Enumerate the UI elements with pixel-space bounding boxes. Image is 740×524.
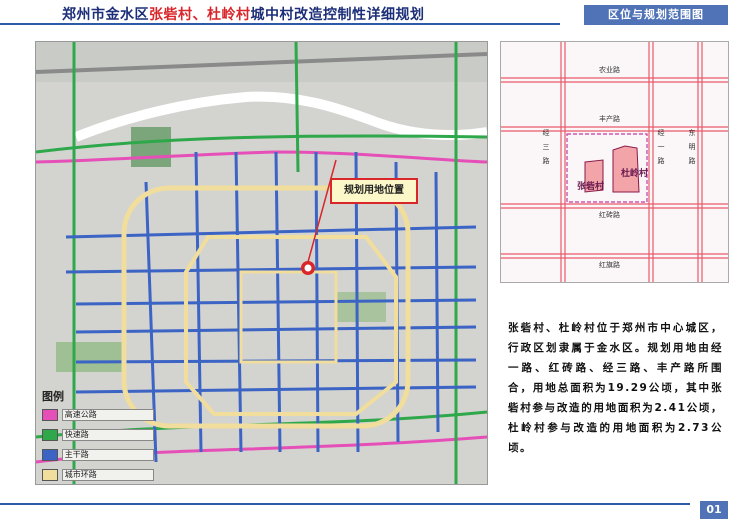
- main-location-map[interactable]: 规划用地位置 图例 高速公路 快速路 主干路 城市环路: [35, 41, 488, 485]
- road-label-hongzhuan: 红砖路: [599, 211, 620, 219]
- road-label-hongqi: 红旗路: [599, 261, 620, 269]
- fast-road-north-spur: [294, 42, 300, 173]
- legend-title: 图例: [42, 390, 64, 403]
- legend-label-trunk-road: 主干路: [61, 449, 154, 461]
- legend-swatch-ring-road: [42, 469, 58, 481]
- title-village-duling: 杜岭村: [207, 7, 251, 23]
- parcel-label-zhangzhai: 张砦村: [577, 182, 605, 192]
- legend-label-expressway: 高速公路: [61, 409, 154, 421]
- road-label-dongming: 东明路: [688, 129, 696, 165]
- road-label-jingsan: 经三路: [542, 129, 550, 165]
- parcel-label-duling: 杜岭村: [621, 169, 649, 179]
- planning-area-inset-map[interactable]: 农业路 丰产路 红砖路 红旗路 经三路 经一路 东明路 张砦村 杜岭村: [500, 41, 729, 283]
- legend-item-fast-road: 快速路: [42, 427, 154, 443]
- map-legend: 图例 高速公路 快速路 主干路 城市环路: [42, 388, 154, 484]
- legend-swatch-expressway: [42, 409, 58, 421]
- site-marker-center: [304, 264, 312, 272]
- green-area-2: [56, 342, 126, 372]
- section-tab: 区位与规划范围图: [584, 5, 728, 25]
- road-label-fengchan: 丰产路: [599, 115, 620, 123]
- header-rule: [0, 23, 560, 25]
- site-callout-label: 规划用地位置: [330, 178, 418, 204]
- legend-item-trunk-road: 主干路: [42, 447, 154, 463]
- title-separator: 、: [192, 7, 207, 23]
- page-title: 郑州市金水区张砦村、杜岭村城中村改造控制性详细规划: [62, 4, 425, 24]
- footer-rule: [0, 503, 690, 505]
- legend-label-fast-road: 快速路: [61, 429, 154, 441]
- legend-swatch-trunk-road: [42, 449, 58, 461]
- title-prefix: 郑州市金水区: [62, 7, 149, 23]
- green-area-1: [131, 127, 171, 167]
- road-label-nongye: 农业路: [599, 66, 620, 74]
- legend-item-ring-road: 城市环路: [42, 467, 154, 483]
- header: 郑州市金水区张砦村、杜岭村城中村改造控制性详细规划 区位与规划范围图: [0, 0, 740, 26]
- green-area-3: [336, 292, 386, 322]
- legend-label-ring-road: 城市环路: [61, 469, 154, 481]
- page-number: 01: [700, 501, 728, 519]
- project-description: 张砦村、杜岭村位于郑州市中心城区，行政区划隶属于金水区。规划用地由经一路、红砖路…: [508, 322, 723, 454]
- road-label-jingyi: 经一路: [657, 129, 665, 165]
- legend-item-expressway: 高速公路: [42, 407, 154, 423]
- title-suffix: 城中村改造控制性详细规划: [250, 7, 425, 23]
- legend-swatch-fast-road: [42, 429, 58, 441]
- title-village-zhangzhai: 张砦村: [149, 7, 193, 23]
